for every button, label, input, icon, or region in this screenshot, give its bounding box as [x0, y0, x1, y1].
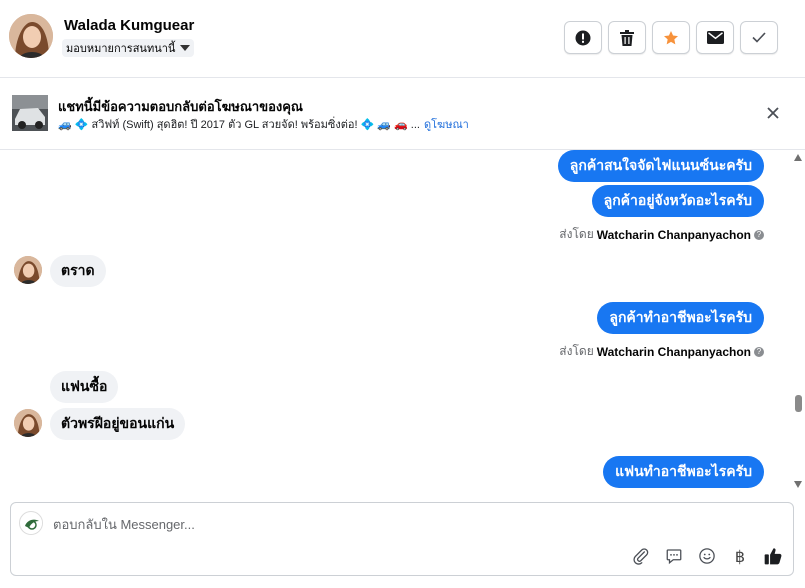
- attachment-icon: [633, 548, 649, 565]
- baht-icon: ฿: [734, 546, 746, 566]
- scroll-down-arrow-icon[interactable]: [794, 481, 802, 488]
- message-outgoing: ลูกค้าทำอาชีพอะไรครับ: [597, 302, 764, 334]
- contact-name[interactable]: Walada Kumguear: [64, 17, 194, 34]
- delete-button[interactable]: [608, 21, 646, 54]
- sent-by-label: ส่งโดย Watcharin Chanpanyachon ?: [559, 342, 764, 361]
- view-ad-link[interactable]: ดูโฆษณา: [424, 119, 469, 131]
- ad-banner-text: 🚙 💠 สวิฟท์ (Swift) สุดฮิต! ปี 2017 ตัว G…: [58, 115, 469, 133]
- message-outgoing: ลูกค้าสนใจจัดไฟแนนซ์นะครับ: [557, 150, 764, 182]
- header-actions: [564, 21, 778, 54]
- reply-composer: ฿: [10, 502, 794, 576]
- emoji-icon: [699, 548, 715, 564]
- ad-thumbnail[interactable]: [12, 95, 48, 131]
- reply-input[interactable]: [53, 515, 653, 533]
- envelope-icon: [706, 31, 724, 44]
- payment-button[interactable]: ฿: [730, 546, 750, 566]
- page-avatar: [19, 511, 43, 535]
- profile-photo-icon: [9, 14, 53, 58]
- mark-unread-button[interactable]: [696, 21, 734, 54]
- assign-label: มอบหมายการสนทนานี้: [66, 43, 176, 55]
- thread-scrollbar[interactable]: [791, 150, 805, 492]
- attach-button[interactable]: [631, 546, 651, 566]
- ad-banner-title: แชทนี้มีข้อความตอบกลับต่อโฆษณาของคุณ: [58, 99, 303, 114]
- help-icon[interactable]: ?: [754, 229, 764, 240]
- ad-reply-banner: แชทนี้มีข้อความตอบกลับต่อโฆษณาของคุณ 🚙 💠…: [0, 78, 805, 150]
- mark-done-button[interactable]: [740, 21, 778, 54]
- close-banner-button[interactable]: [765, 105, 781, 121]
- thumbs-up-icon: [764, 548, 782, 565]
- sent-by-prefix: ส่งโดย: [559, 227, 594, 241]
- caret-down-icon: [180, 45, 191, 51]
- trash-icon: [620, 29, 634, 46]
- alert-circle-icon: [575, 30, 591, 45]
- composer-tools: ฿: [631, 546, 783, 566]
- like-button[interactable]: [763, 546, 783, 566]
- assign-conversation-dropdown[interactable]: มอบหมายการสนทนานี้: [62, 39, 195, 57]
- message-incoming: ตราด: [50, 255, 106, 287]
- sender-name: Watcharin Chanpanyachon: [596, 227, 751, 242]
- report-button[interactable]: [564, 21, 602, 54]
- message-outgoing: แฟนทำอาชีพอะไรครับ: [603, 456, 764, 488]
- profile-photo-icon: [14, 409, 42, 437]
- contact-avatar: [14, 409, 42, 437]
- scroll-up-arrow-icon[interactable]: [794, 154, 802, 161]
- scrollbar-thumb[interactable]: [795, 395, 802, 412]
- sent-by-label: ส่งโดย Watcharin Chanpanyachon ?: [559, 225, 764, 244]
- saved-reply-button[interactable]: [664, 546, 684, 566]
- contact-avatar: [14, 256, 42, 284]
- star-button[interactable]: [652, 21, 690, 54]
- close-icon: [767, 107, 779, 119]
- message-incoming: แฟนซื้อ: [50, 371, 119, 403]
- message-incoming: ตัวพรฝีอยู่ขอนแก่น: [50, 408, 186, 440]
- sent-by-prefix: ส่งโดย: [559, 344, 594, 358]
- car-photo-icon: [12, 95, 48, 131]
- avatar[interactable]: [9, 14, 53, 58]
- checkmark-icon: [752, 32, 766, 43]
- star-icon: [664, 30, 678, 44]
- sender-name: Watcharin Chanpanyachon: [596, 344, 751, 359]
- profile-photo-icon: [14, 256, 42, 284]
- saved-reply-icon: [666, 549, 682, 565]
- emoji-button[interactable]: [697, 546, 717, 566]
- message-outgoing: ลูกค้าอยู่จังหวัดอะไรครับ: [591, 185, 764, 217]
- help-icon[interactable]: ?: [754, 346, 764, 357]
- message-thread: ลูกค้าสนใจจัดไฟแนนซ์นะครับ ลูกค้าอยู่จัง…: [0, 150, 790, 495]
- page-logo-icon: [21, 513, 42, 534]
- ad-description: 🚙 💠 สวิฟท์ (Swift) สุดฮิต! ปี 2017 ตัว G…: [58, 119, 420, 131]
- conversation-header: Walada Kumguear มอบหมายการสนทนานี้: [0, 0, 805, 78]
